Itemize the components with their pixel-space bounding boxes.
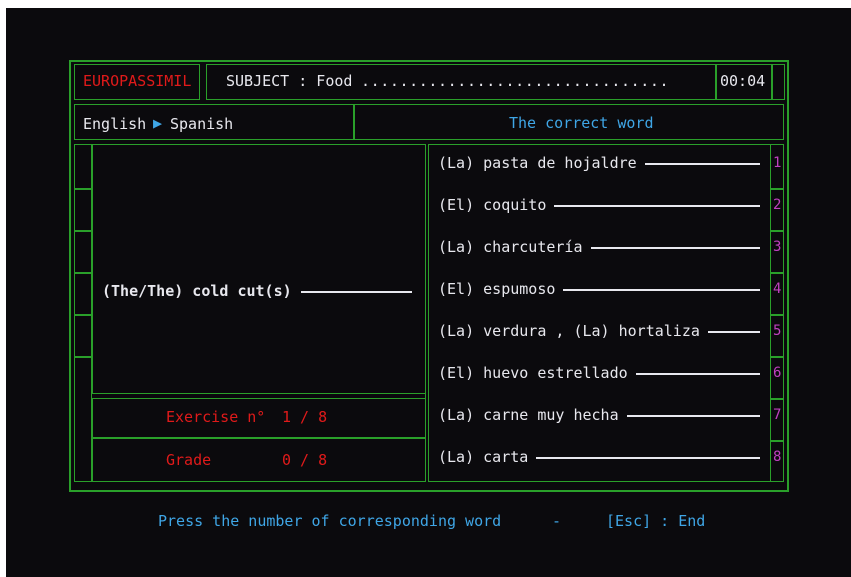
option-line (591, 247, 760, 249)
subject-label: SUBJECT : Food (226, 72, 353, 90)
number-column (770, 144, 784, 482)
number-separator (770, 398, 784, 400)
options-panel (428, 144, 784, 482)
header-end-cell (772, 64, 785, 100)
option-number-key[interactable]: 4 (773, 281, 781, 297)
prompt-line (301, 291, 412, 293)
bar-seg-5 (74, 356, 92, 358)
number-separator (770, 188, 784, 190)
number-separator (770, 272, 784, 274)
option-number-key[interactable]: 3 (773, 239, 781, 255)
exercise-label: Exercise n° (166, 408, 266, 426)
number-separator (770, 356, 784, 358)
grade-label: Grade (166, 451, 212, 469)
option-line (645, 163, 760, 165)
footer-instruction: Press the number of corresponding word (158, 512, 502, 530)
option-line (563, 289, 760, 291)
number-separator (770, 314, 784, 316)
option-text: (La) carne muy hecha (438, 406, 619, 424)
option-line (554, 205, 760, 207)
option-text: (La) pasta de hojaldre (438, 154, 637, 172)
option-text: (La) carta (438, 448, 529, 466)
option-number-key[interactable]: 2 (773, 197, 781, 213)
lang-to: Spanish (170, 115, 234, 133)
option-line (708, 331, 760, 333)
bar-seg-2 (74, 230, 92, 232)
left-column-bar (74, 144, 92, 482)
footer-dash: - (552, 512, 562, 530)
number-separator (770, 230, 784, 232)
grade-box (92, 438, 426, 482)
right-header: The correct word (509, 114, 654, 132)
exercise-value: 1 / 8 (282, 408, 328, 426)
option-line (627, 415, 760, 417)
option-number-key[interactable]: 7 (773, 407, 781, 423)
option-text: (La) charcutería (438, 238, 583, 256)
option-line (636, 373, 760, 375)
prompt-area (92, 144, 426, 394)
option-number-key[interactable]: 5 (773, 323, 781, 339)
grade-value: 0 / 8 (282, 451, 328, 469)
bar-seg-4 (74, 314, 92, 316)
option-text: (El) huevo estrellado (438, 364, 628, 382)
timer: 00:04 (720, 72, 766, 90)
option-text: (El) espumoso (438, 280, 556, 298)
bar-seg-1 (74, 188, 92, 190)
subject-dots: ................................ (361, 72, 670, 90)
option-number-key[interactable]: 6 (773, 365, 781, 381)
option-line (536, 457, 760, 459)
app-title: EUROPASSIMIL (83, 72, 192, 90)
number-separator (770, 440, 784, 442)
bar-seg-3 (74, 272, 92, 274)
arrow-right-icon: ▶ (153, 114, 163, 132)
prompt-word: (The/The) cold cut(s) (102, 282, 292, 300)
esc-end-hint[interactable]: [Esc] : End (606, 512, 705, 530)
option-text: (El) coquito (438, 196, 547, 214)
option-number-key[interactable]: 8 (773, 449, 781, 465)
option-number-key[interactable]: 1 (773, 155, 781, 171)
option-text: (La) verdura , (La) hortaliza (438, 322, 700, 340)
crt-screen: EUROPASSIMIL SUBJECT : Food ............… (6, 8, 851, 577)
lang-from: English (83, 115, 147, 133)
